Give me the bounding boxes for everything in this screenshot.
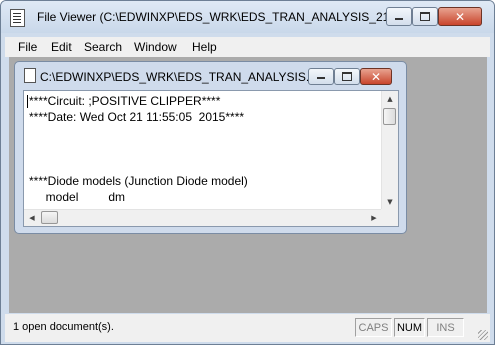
menu-edit[interactable]: Edit: [51, 40, 72, 54]
text-line: ****Date: Wed Oct 21 11:55:05 2015****: [29, 110, 245, 124]
maximize-button[interactable]: [412, 7, 438, 26]
horizontal-scroll-thumb[interactable]: [41, 211, 58, 224]
minimize-button[interactable]: [386, 7, 412, 26]
text-caret: [27, 95, 28, 108]
doc-minimize-button[interactable]: [308, 68, 334, 85]
maximize-icon: [420, 12, 430, 21]
scroll-right-icon[interactable]: ▶: [366, 210, 382, 226]
maximize-icon: [342, 72, 352, 81]
document-text-area[interactable]: ****Circuit: ;POSITIVE CLIPPER**** ****D…: [23, 90, 399, 227]
menu-window[interactable]: Window: [134, 40, 177, 54]
close-button[interactable]: ✕: [438, 7, 482, 26]
menu-help[interactable]: Help: [192, 40, 217, 54]
status-bar: 1 open document(s). CAPS NUM INS: [5, 314, 490, 342]
status-message: 1 open document(s).: [13, 321, 114, 333]
document-window: C:\EDWINXP\EDS_WRK\EDS_TRAN_ANALYSIS... …: [14, 61, 407, 234]
caps-indicator: CAPS: [355, 318, 392, 337]
scroll-up-icon[interactable]: ▲: [382, 91, 398, 107]
scroll-down-icon[interactable]: ▼: [382, 194, 398, 210]
resize-grip-icon[interactable]: [478, 330, 488, 340]
window-title: File Viewer (C:\EDWINXP\EDS_WRK\EDS_TRAN…: [37, 10, 404, 24]
num-indicator: NUM: [394, 318, 425, 337]
scrollbar-corner: [381, 209, 398, 226]
document-title: C:\EDWINXP\EDS_WRK\EDS_TRAN_ANALYSIS...: [40, 70, 316, 84]
vertical-scrollbar[interactable]: ▲ ▼: [381, 91, 398, 210]
ins-indicator: INS: [427, 318, 464, 337]
file-viewer-window: File Viewer (C:\EDWINXP\EDS_WRK\EDS_TRAN…: [0, 0, 495, 345]
horizontal-scrollbar[interactable]: ◀ ▶: [24, 209, 382, 226]
close-icon: ✕: [370, 69, 382, 84]
menu-bar: File Edit Search Window Help: [5, 37, 490, 57]
close-icon: ✕: [454, 9, 466, 24]
doc-close-button[interactable]: ✕: [360, 68, 392, 85]
doc-maximize-button[interactable]: [334, 68, 360, 85]
text-line: ****Diode models (Junction Diode model): [29, 174, 248, 188]
minimize-icon: [317, 77, 325, 79]
app-document-icon[interactable]: [10, 9, 25, 27]
text-line: ****Circuit: ;POSITIVE CLIPPER****: [29, 94, 221, 108]
minimize-icon: [395, 18, 403, 20]
menu-search[interactable]: Search: [84, 40, 122, 54]
menu-file[interactable]: File: [18, 40, 37, 54]
scroll-left-icon[interactable]: ◀: [24, 210, 40, 226]
document-icon[interactable]: [24, 68, 36, 83]
text-line: model dm: [29, 190, 126, 204]
title-bar[interactable]: File Viewer (C:\EDWINXP\EDS_WRK\EDS_TRAN…: [1, 1, 494, 33]
vertical-scroll-thumb[interactable]: [383, 108, 396, 125]
